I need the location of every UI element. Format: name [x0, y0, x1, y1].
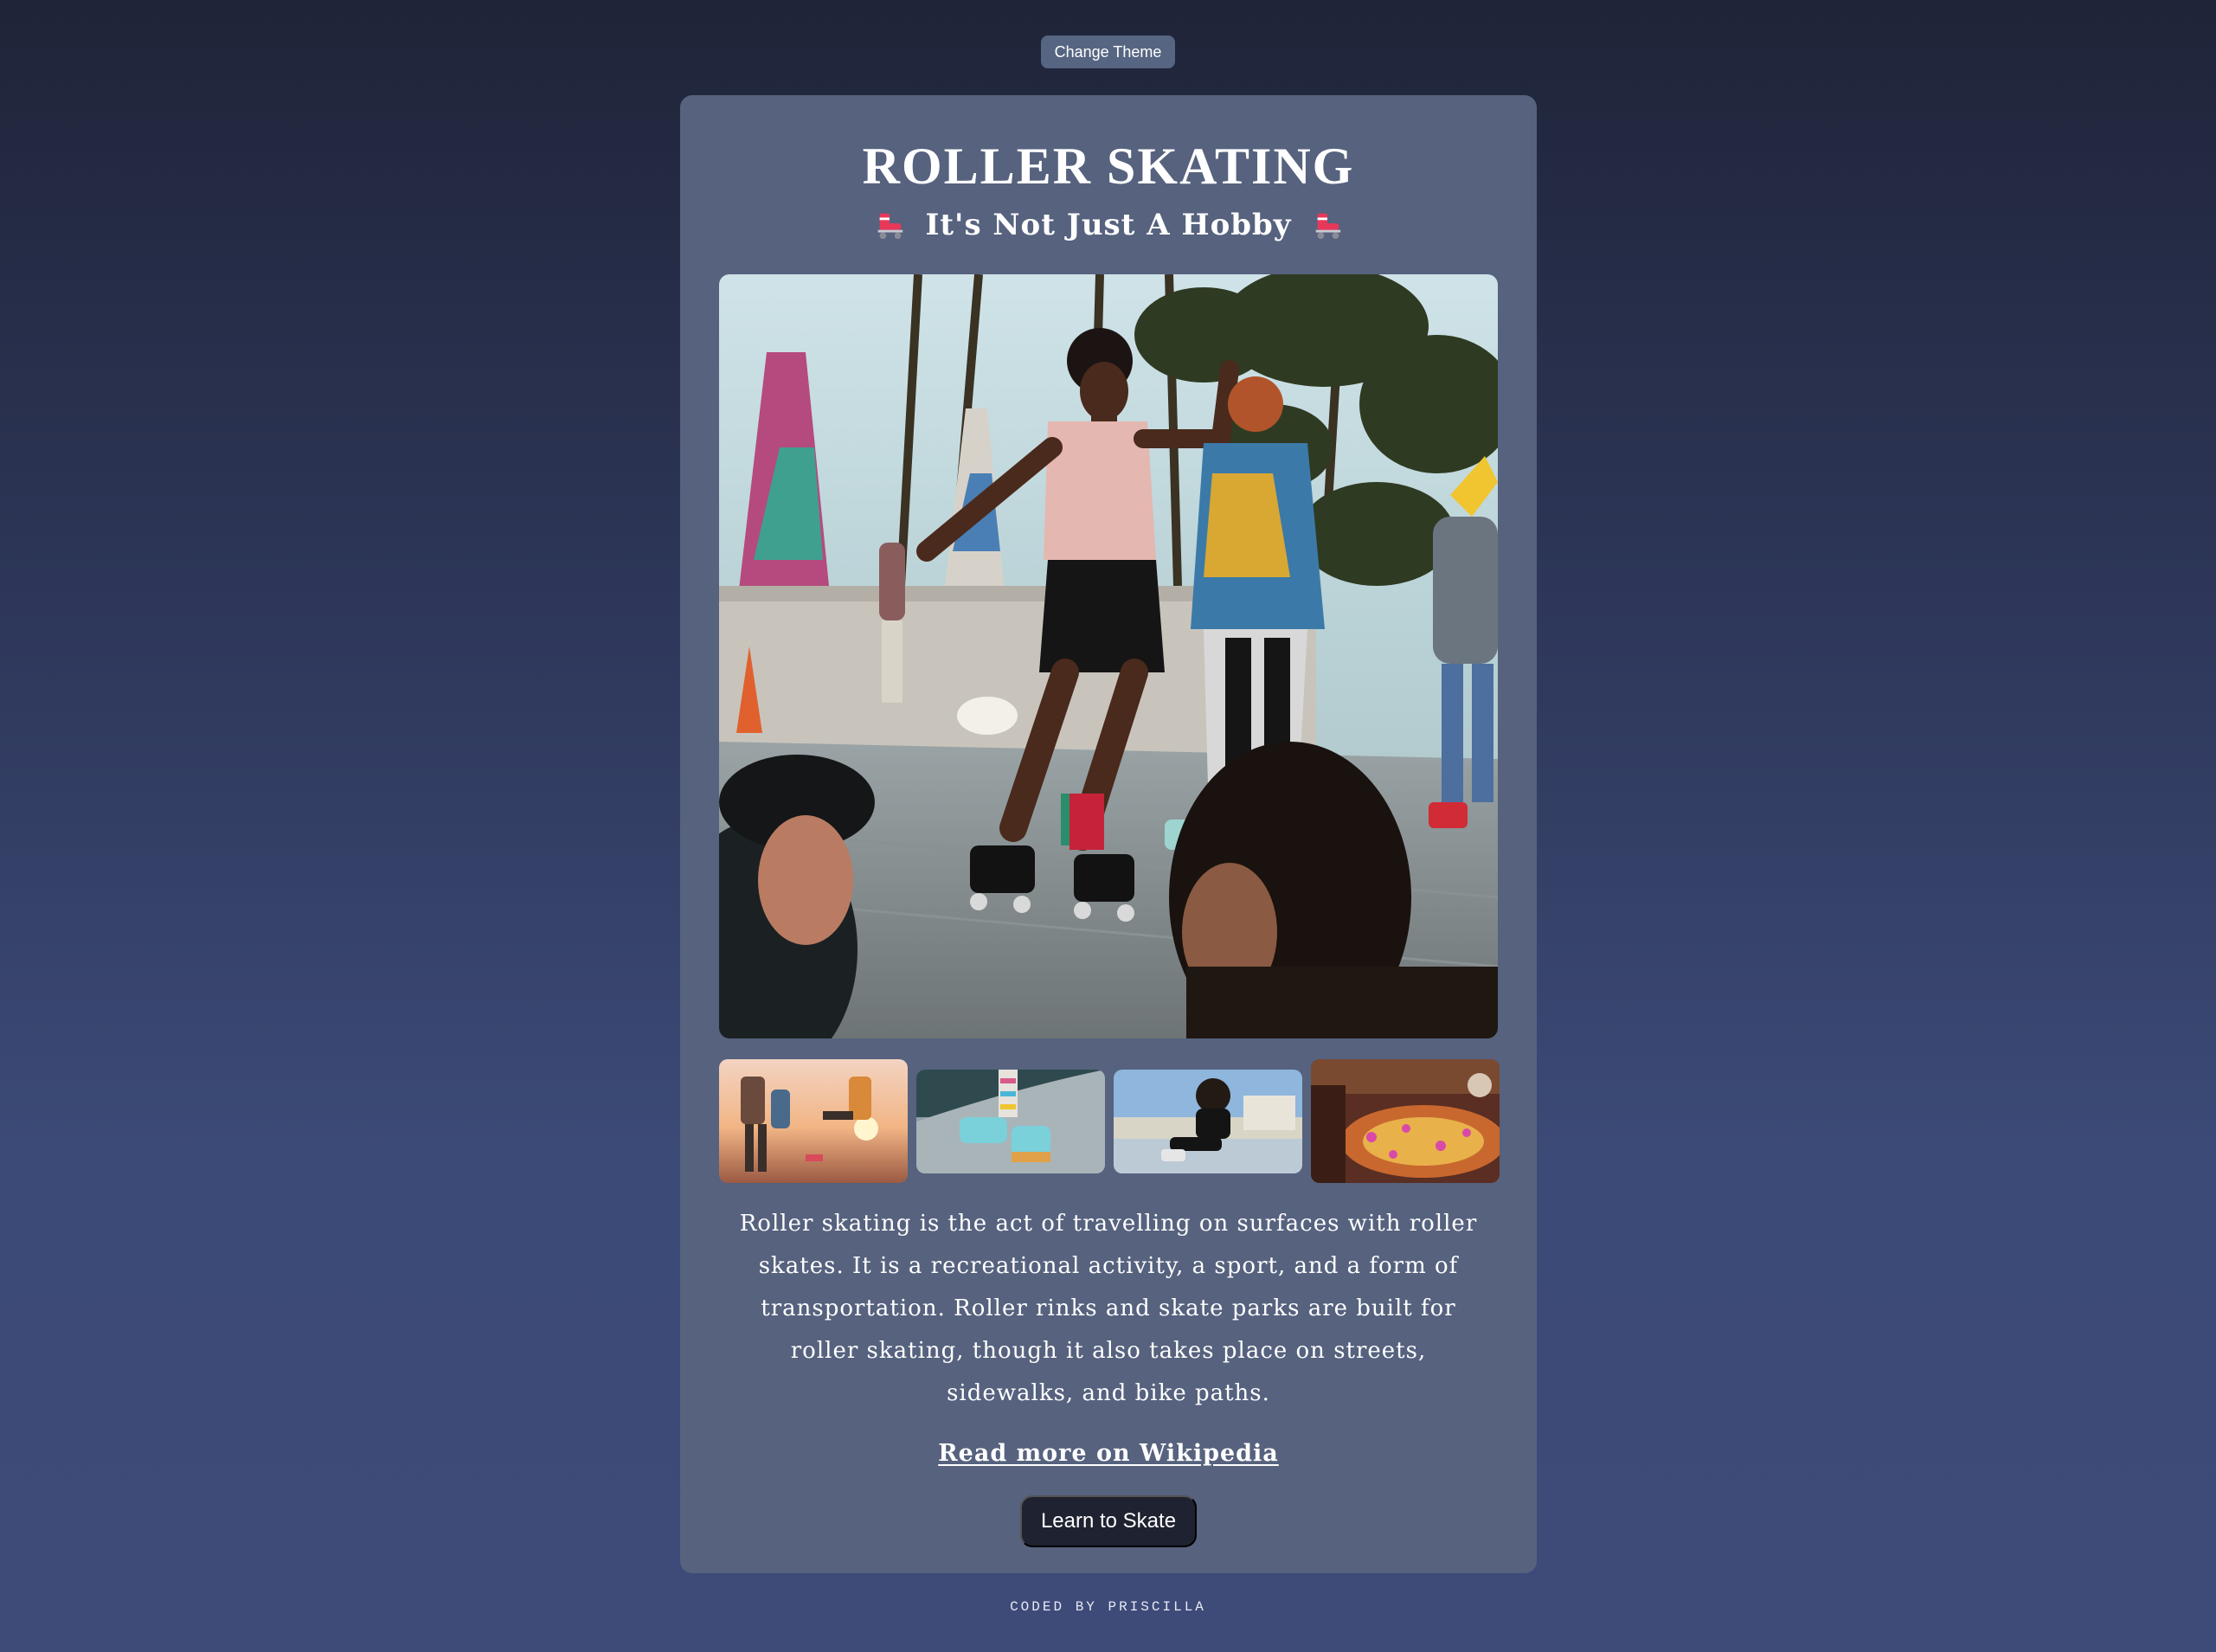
roller-skate-icon — [1315, 213, 1340, 240]
thumbnail-skate-ramp[interactable] — [916, 1070, 1105, 1173]
subtitle: It's Not Just A Hobby — [680, 208, 1537, 242]
thumbnail-skater-sitting[interactable] — [1114, 1070, 1302, 1173]
content-card: ROLLER SKATING It's Not Just A Hobby Rol… — [680, 95, 1537, 1573]
hero-image — [719, 274, 1498, 1038]
thumbnail-sunset-skaters[interactable] — [719, 1059, 908, 1183]
page-title: ROLLER SKATING — [862, 138, 1355, 195]
learn-to-skate-button[interactable]: Learn to Skate — [1020, 1495, 1197, 1547]
subtitle-text: It's Not Just A Hobby — [925, 208, 1292, 242]
description-text: Roller skating is the act of travelling … — [739, 1211, 1478, 1406]
thumbnail-roller-rink[interactable] — [1311, 1059, 1500, 1183]
footer-credit: CODED BY PRISCILLA — [1010, 1599, 1206, 1615]
change-theme-button[interactable]: Change Theme — [1041, 35, 1175, 68]
wikipedia-link[interactable]: Read more on Wikipedia — [938, 1440, 1279, 1467]
roller-skate-icon — [878, 213, 903, 240]
wikipedia-link-container: Read more on Wikipedia — [680, 1440, 1537, 1467]
